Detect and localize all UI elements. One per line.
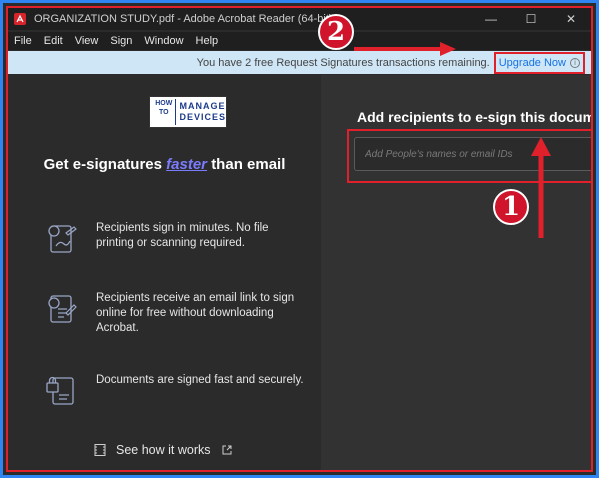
annotation-badge-1: 1 bbox=[493, 189, 529, 225]
arrow-1-head bbox=[531, 137, 551, 156]
arrow-2-head bbox=[440, 42, 456, 56]
annotation-badge-2: 2 bbox=[318, 14, 354, 50]
annotation-arrows bbox=[354, 42, 551, 238]
